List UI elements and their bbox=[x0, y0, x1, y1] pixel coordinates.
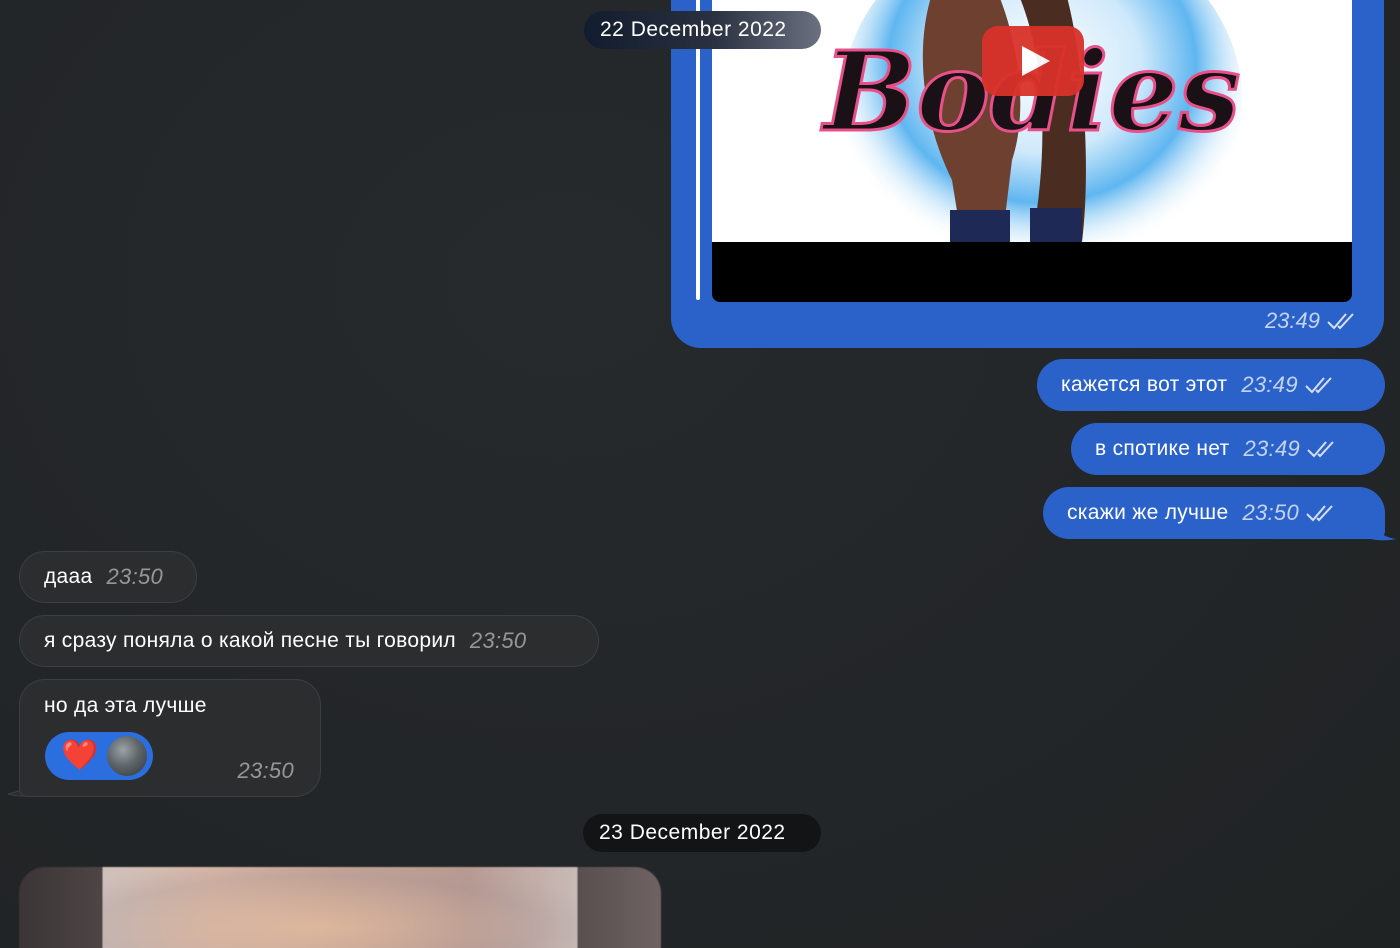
avatar bbox=[107, 736, 147, 776]
date-separator: 22 December 2022 bbox=[584, 11, 821, 49]
double-check-icon bbox=[1327, 313, 1354, 330]
message-meta: 23:49 bbox=[1265, 308, 1356, 334]
message-text: скажи же лучше bbox=[1067, 501, 1229, 524]
reaction-badge[interactable]: ❤️ bbox=[45, 732, 153, 780]
double-check-icon bbox=[1306, 505, 1333, 522]
message-time: 23:50 bbox=[106, 564, 164, 589]
incoming-message[interactable]: но да эта лучше ❤️ 23:50 bbox=[19, 679, 321, 797]
outgoing-message[interactable]: скажи же лучше 23:50 bbox=[1043, 487, 1385, 539]
message-text: но да эта лучше bbox=[44, 694, 207, 717]
message-time: 23:49 bbox=[1264, 308, 1320, 333]
date-separator: 23 December 2022 bbox=[583, 814, 821, 852]
play-icon[interactable] bbox=[982, 26, 1084, 96]
video-message-bubble[interactable]: Bodies 23:49 bbox=[671, 0, 1384, 348]
double-check-icon bbox=[1307, 441, 1334, 458]
message-time: 23:49 bbox=[1243, 436, 1301, 461]
message-time: 23:50 bbox=[237, 758, 294, 783]
message-text: я сразу поняла о какой песне ты говорил bbox=[44, 629, 456, 652]
bubble-tail bbox=[1360, 508, 1396, 541]
message-time: 23:49 bbox=[1241, 372, 1298, 397]
message-text: кажется вот этот bbox=[1061, 373, 1228, 396]
incoming-message[interactable]: дааа 23:50 bbox=[19, 551, 197, 603]
photo-message[interactable] bbox=[19, 867, 661, 948]
message-time: 23:50 bbox=[1242, 500, 1299, 525]
heart-icon: ❤️ bbox=[61, 739, 99, 772]
message-text: в спотике нет bbox=[1095, 437, 1230, 460]
message-text: дааа bbox=[44, 565, 93, 588]
double-check-icon bbox=[1305, 377, 1332, 394]
message-time: 23:50 bbox=[469, 628, 527, 653]
outgoing-message[interactable]: в спотике нет 23:49 bbox=[1071, 423, 1385, 475]
incoming-message[interactable]: я сразу поняла о какой песне ты говорил … bbox=[19, 615, 599, 667]
outgoing-message[interactable]: кажется вот этот 23:49 bbox=[1037, 359, 1385, 411]
chat-area[interactable]: Bodies 23:49 22 December 2022 кажется во… bbox=[0, 0, 1400, 948]
